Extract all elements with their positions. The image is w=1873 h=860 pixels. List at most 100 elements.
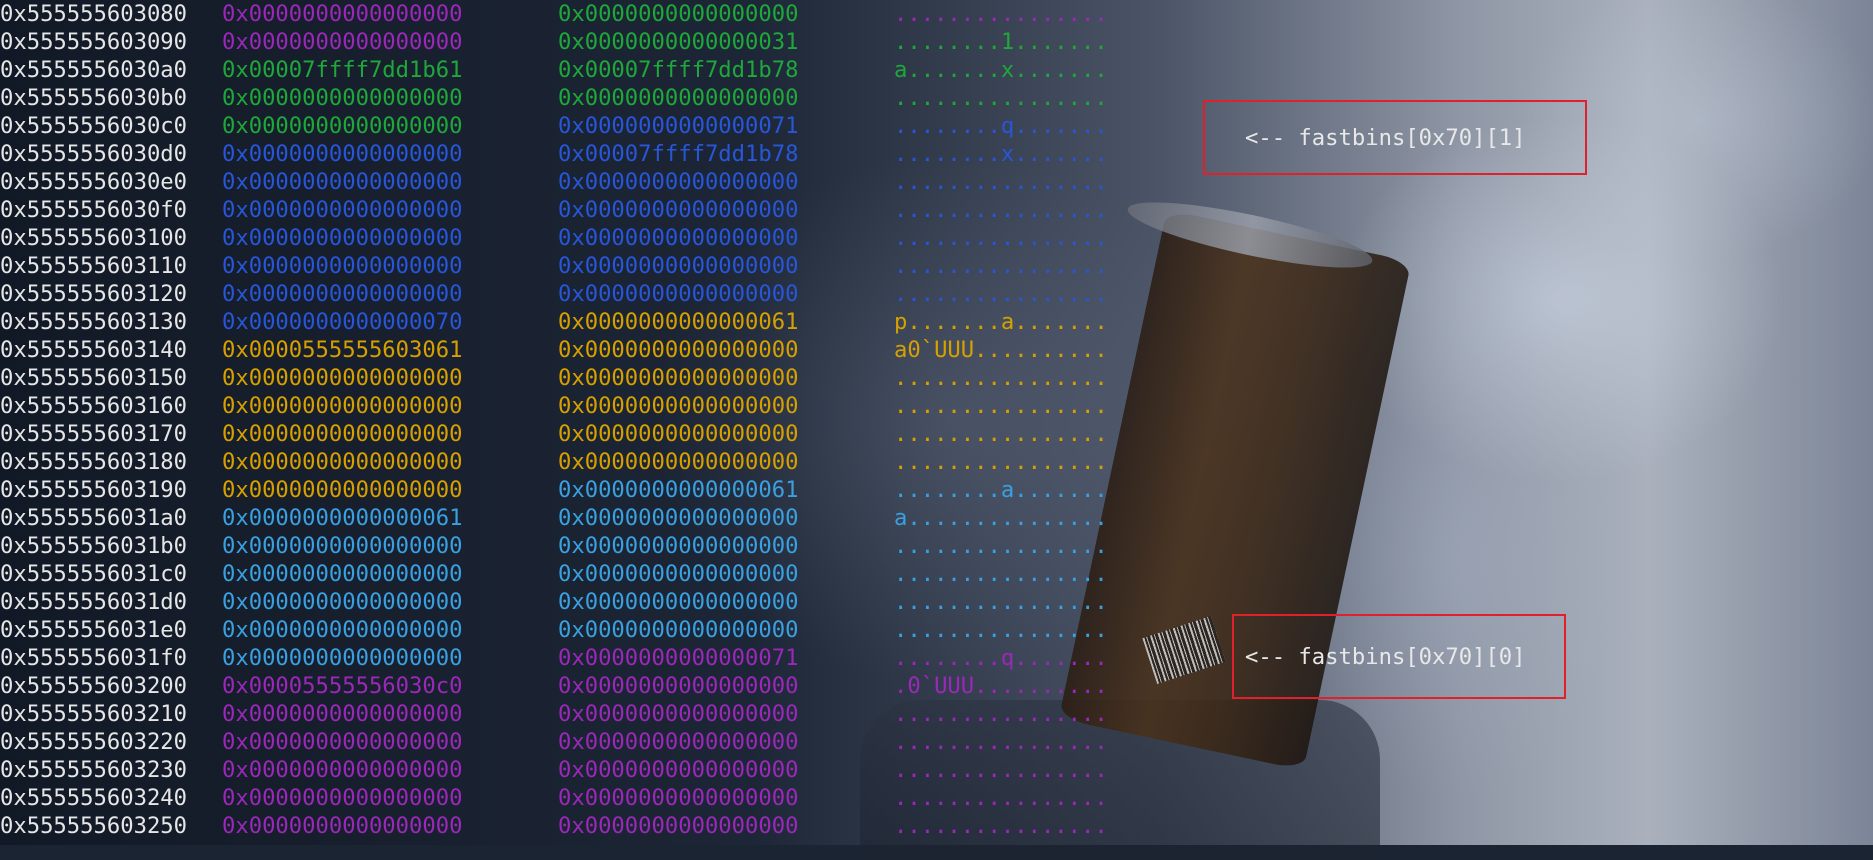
row-address: 0x555555603120 <box>0 281 188 307</box>
row-qword-1: 0x0000000000000000 <box>222 253 463 279</box>
row-qword-2: 0x0000000000000000 <box>558 757 799 783</box>
row-ascii: ................ <box>894 365 1108 391</box>
row-qword-1: 0x0000000000000000 <box>222 561 463 587</box>
row-address: 0x555555603130 <box>0 309 188 335</box>
row-ascii: ................ <box>894 225 1108 251</box>
row-ascii: ................ <box>894 169 1108 195</box>
row-address: 0x555555603180 <box>0 449 188 475</box>
row-qword-2: 0x0000000000000000 <box>558 785 799 811</box>
row-ascii: a............... <box>894 505 1108 531</box>
row-ascii: p.......a....... <box>894 309 1108 335</box>
row-qword-2: 0x0000000000000000 <box>558 617 799 643</box>
row-qword-2: 0x0000000000000000 <box>558 533 799 559</box>
row-ascii: ................ <box>894 757 1108 783</box>
row-qword-1: 0x0000000000000000 <box>222 813 463 839</box>
row-address: 0x555555603170 <box>0 421 188 447</box>
row-qword-1: 0x0000000000000000 <box>222 617 463 643</box>
row-ascii: ................ <box>894 449 1108 475</box>
row-ascii: ................ <box>894 813 1108 839</box>
row-address: 0x5555556030c0 <box>0 113 188 139</box>
row-address: 0x555555603190 <box>0 477 188 503</box>
row-qword-1: 0x00005555556030c0 <box>222 673 463 699</box>
row-qword-2: 0x0000000000000000 <box>558 337 799 363</box>
row-ascii: a0`UUU.......... <box>894 337 1108 363</box>
row-address: 0x5555556030a0 <box>0 57 188 83</box>
row-address: 0x5555556030e0 <box>0 169 188 195</box>
row-qword-1: 0x0000000000000000 <box>222 365 463 391</box>
row-address: 0x5555556030f0 <box>0 197 188 223</box>
row-ascii: ................ <box>894 393 1108 419</box>
row-address: 0x5555556030b0 <box>0 85 188 111</box>
row-address: 0x5555556031c0 <box>0 561 188 587</box>
row-qword-1: 0x0000000000000000 <box>222 197 463 223</box>
row-qword-2: 0x0000000000000000 <box>558 393 799 419</box>
row-qword-1: 0x0000000000000000 <box>222 85 463 111</box>
row-ascii: ................ <box>894 589 1108 615</box>
row-qword-2: 0x0000000000000000 <box>558 561 799 587</box>
row-ascii: ........q....... <box>894 113 1108 139</box>
row-ascii: ................ <box>894 785 1108 811</box>
row-address: 0x555555603250 <box>0 813 188 839</box>
fastbin-annotation-0-label: <-- fastbins[0x70][0] <box>1245 643 1526 670</box>
fastbin-annotation-0: <-- fastbins[0x70][0] <box>1232 614 1566 699</box>
row-qword-1: 0x0000000000000000 <box>222 393 463 419</box>
row-qword-1: 0x0000000000000000 <box>222 169 463 195</box>
row-qword-2: 0x0000000000000000 <box>558 421 799 447</box>
row-ascii: ................ <box>894 85 1108 111</box>
row-address: 0x555555603240 <box>0 785 188 811</box>
row-qword-2: 0x0000000000000061 <box>558 477 799 503</box>
row-ascii: ........1....... <box>894 29 1108 55</box>
row-ascii: ........a....... <box>894 477 1108 503</box>
fastbin-annotation-1-label: <-- fastbins[0x70][1] <box>1245 124 1526 151</box>
row-address: 0x555555603220 <box>0 729 188 755</box>
row-qword-2: 0x0000000000000000 <box>558 169 799 195</box>
row-ascii: ........x....... <box>894 141 1108 167</box>
row-qword-2: 0x0000000000000000 <box>558 505 799 531</box>
row-address: 0x5555556031d0 <box>0 589 188 615</box>
row-qword-2: 0x0000000000000000 <box>558 197 799 223</box>
row-ascii: .0`UUU.......... <box>894 673 1108 699</box>
row-address: 0x555555603150 <box>0 365 188 391</box>
row-qword-2: 0x0000000000000000 <box>558 85 799 111</box>
row-address: 0x5555556031b0 <box>0 533 188 559</box>
row-qword-1: 0x0000000000000000 <box>222 533 463 559</box>
row-qword-1: 0x0000000000000000 <box>222 785 463 811</box>
row-qword-1: 0x0000000000000000 <box>222 449 463 475</box>
row-ascii: ................ <box>894 281 1108 307</box>
row-qword-2: 0x0000000000000000 <box>558 701 799 727</box>
row-qword-2: 0x0000000000000000 <box>558 365 799 391</box>
row-qword-2: 0x0000000000000000 <box>558 673 799 699</box>
row-address: 0x5555556031e0 <box>0 617 188 643</box>
row-ascii: ................ <box>894 701 1108 727</box>
row-qword-2: 0x00007ffff7dd1b78 <box>558 57 799 83</box>
row-ascii: ................ <box>894 617 1108 643</box>
row-qword-2: 0x0000000000000071 <box>558 645 799 671</box>
row-qword-2: 0x0000000000000000 <box>558 253 799 279</box>
row-qword-2: 0x0000000000000000 <box>558 225 799 251</box>
row-qword-2: 0x0000000000000031 <box>558 29 799 55</box>
row-qword-2: 0x0000000000000061 <box>558 309 799 335</box>
row-qword-1: 0x0000000000000000 <box>222 701 463 727</box>
row-qword-1: 0x0000000000000000 <box>222 757 463 783</box>
row-ascii: ........q....... <box>894 645 1108 671</box>
row-ascii: ................ <box>894 1 1108 27</box>
row-qword-1: 0x0000000000000000 <box>222 477 463 503</box>
row-qword-1: 0x0000000000000000 <box>222 141 463 167</box>
row-ascii: ................ <box>894 561 1108 587</box>
row-address: 0x555555603160 <box>0 393 188 419</box>
row-qword-2: 0x0000000000000000 <box>558 813 799 839</box>
row-ascii: ................ <box>894 533 1108 559</box>
row-qword-1: 0x0000555555603061 <box>222 337 463 363</box>
row-qword-1: 0x0000000000000000 <box>222 29 463 55</box>
row-qword-1: 0x0000000000000000 <box>222 589 463 615</box>
row-qword-1: 0x00007ffff7dd1b61 <box>222 57 463 83</box>
row-qword-2: 0x00007ffff7dd1b78 <box>558 141 799 167</box>
row-ascii: ................ <box>894 729 1108 755</box>
row-ascii: ................ <box>894 253 1108 279</box>
row-address: 0x555555603090 <box>0 29 188 55</box>
row-address: 0x555555603080 <box>0 1 188 27</box>
row-address: 0x5555556031a0 <box>0 505 188 531</box>
row-qword-2: 0x0000000000000000 <box>558 589 799 615</box>
row-qword-1: 0x0000000000000000 <box>222 645 463 671</box>
row-address: 0x555555603110 <box>0 253 188 279</box>
